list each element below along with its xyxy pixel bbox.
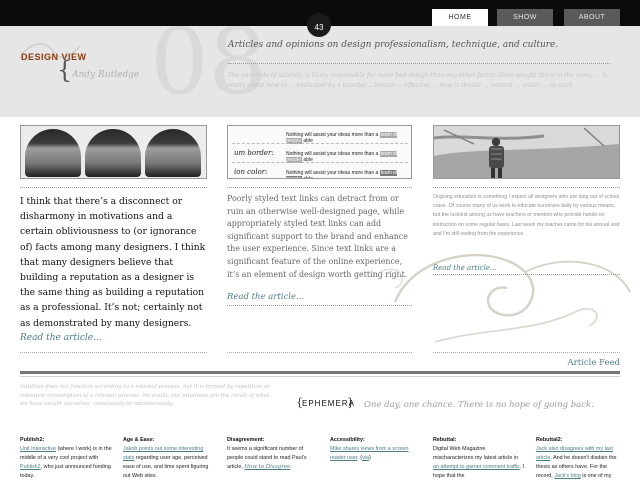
ephemera-link[interactable]: Unit Interactive (20, 446, 56, 452)
portrait-photo-1 (25, 129, 81, 177)
ephemera-intro-text: Intuition does not function according to… (20, 384, 270, 408)
ephemera-link[interactable]: an attempt to garner comment traffic (433, 464, 520, 470)
ephemera-item: Rebuttal: Digital Web Magazine mischarac… (433, 437, 525, 479)
nav-about-tab[interactable]: About (564, 9, 620, 26)
ephemera-link[interactable]: Publish2 (20, 464, 41, 470)
brace-ornament: { (57, 56, 73, 84)
read-more-divider (433, 274, 620, 275)
ephemera-item: Age & Ease: Jakob points out some intere… (123, 437, 209, 479)
article-3-image[interactable] (433, 125, 620, 179)
ephemera-link[interactable]: via (362, 455, 369, 461)
nav-home-tab[interactable]: Home (432, 9, 488, 26)
header-band: 08 DESIGN VIEW { Andy Rutledge Articles … (0, 26, 640, 117)
column-divider (20, 187, 207, 188)
article-bottom-divider (227, 352, 412, 353)
section-rule-thin (20, 376, 620, 377)
ephemera-item: Publish2: Unit Interactive (where I work… (20, 437, 112, 479)
ephemera-item: Accessibility: Mike shares views from a … (330, 437, 409, 461)
article-feed-link[interactable]: Article Feed (568, 358, 620, 368)
site-brand[interactable]: DESIGN VIEW (21, 52, 87, 62)
article-bottom-divider (433, 352, 620, 353)
ephemera-item: Rebuttal2: Jack also disagrees with my l… (536, 437, 617, 479)
article-1-read-more-link[interactable]: Read the article… (20, 333, 102, 343)
section-rule (20, 371, 620, 374)
decorative-swirl-icon (379, 253, 631, 343)
article-2-read-more-link[interactable]: Read the article… (227, 292, 305, 302)
ephemera-link[interactable]: Jack's blog (554, 473, 581, 479)
article-3-read-more-link[interactable]: Read the article… (433, 264, 497, 272)
article-1-excerpt: I think that there’s a disconnect or dis… (20, 196, 206, 329)
sample-divider (232, 162, 408, 163)
article-2-image[interactable]: Nothing will assist your ideas more than… (227, 125, 412, 179)
article-1-image[interactable] (20, 125, 207, 179)
tagline-divider (228, 63, 610, 64)
column-divider (433, 187, 620, 188)
bracket-right-ornament: } (347, 396, 354, 409)
article-bottom-divider (20, 352, 207, 353)
column-divider (227, 187, 412, 188)
header-watermark-number: 08 (150, 26, 268, 115)
read-more-divider (227, 305, 412, 306)
nav-show-tab[interactable]: Show (497, 9, 553, 26)
site-tagline: Articles and opinions on design professi… (228, 40, 559, 50)
ephemera-link[interactable]: How to Disagree (244, 464, 290, 470)
ephemera-item: Disagreement: It seems a significant num… (227, 437, 307, 470)
portrait-photo-2 (85, 129, 141, 177)
portrait-photo-3 (145, 129, 201, 177)
header-intro-text: The core rule of subtlety is likely resp… (228, 72, 608, 89)
man-in-winter-photo (434, 126, 619, 178)
issue-number-badge: 43 (307, 13, 331, 37)
author-signature: Andy Rutledge (72, 70, 140, 80)
ephemera-tagline: One day, one chance. There is no hope of… (364, 400, 594, 410)
sample-divider (232, 143, 408, 144)
